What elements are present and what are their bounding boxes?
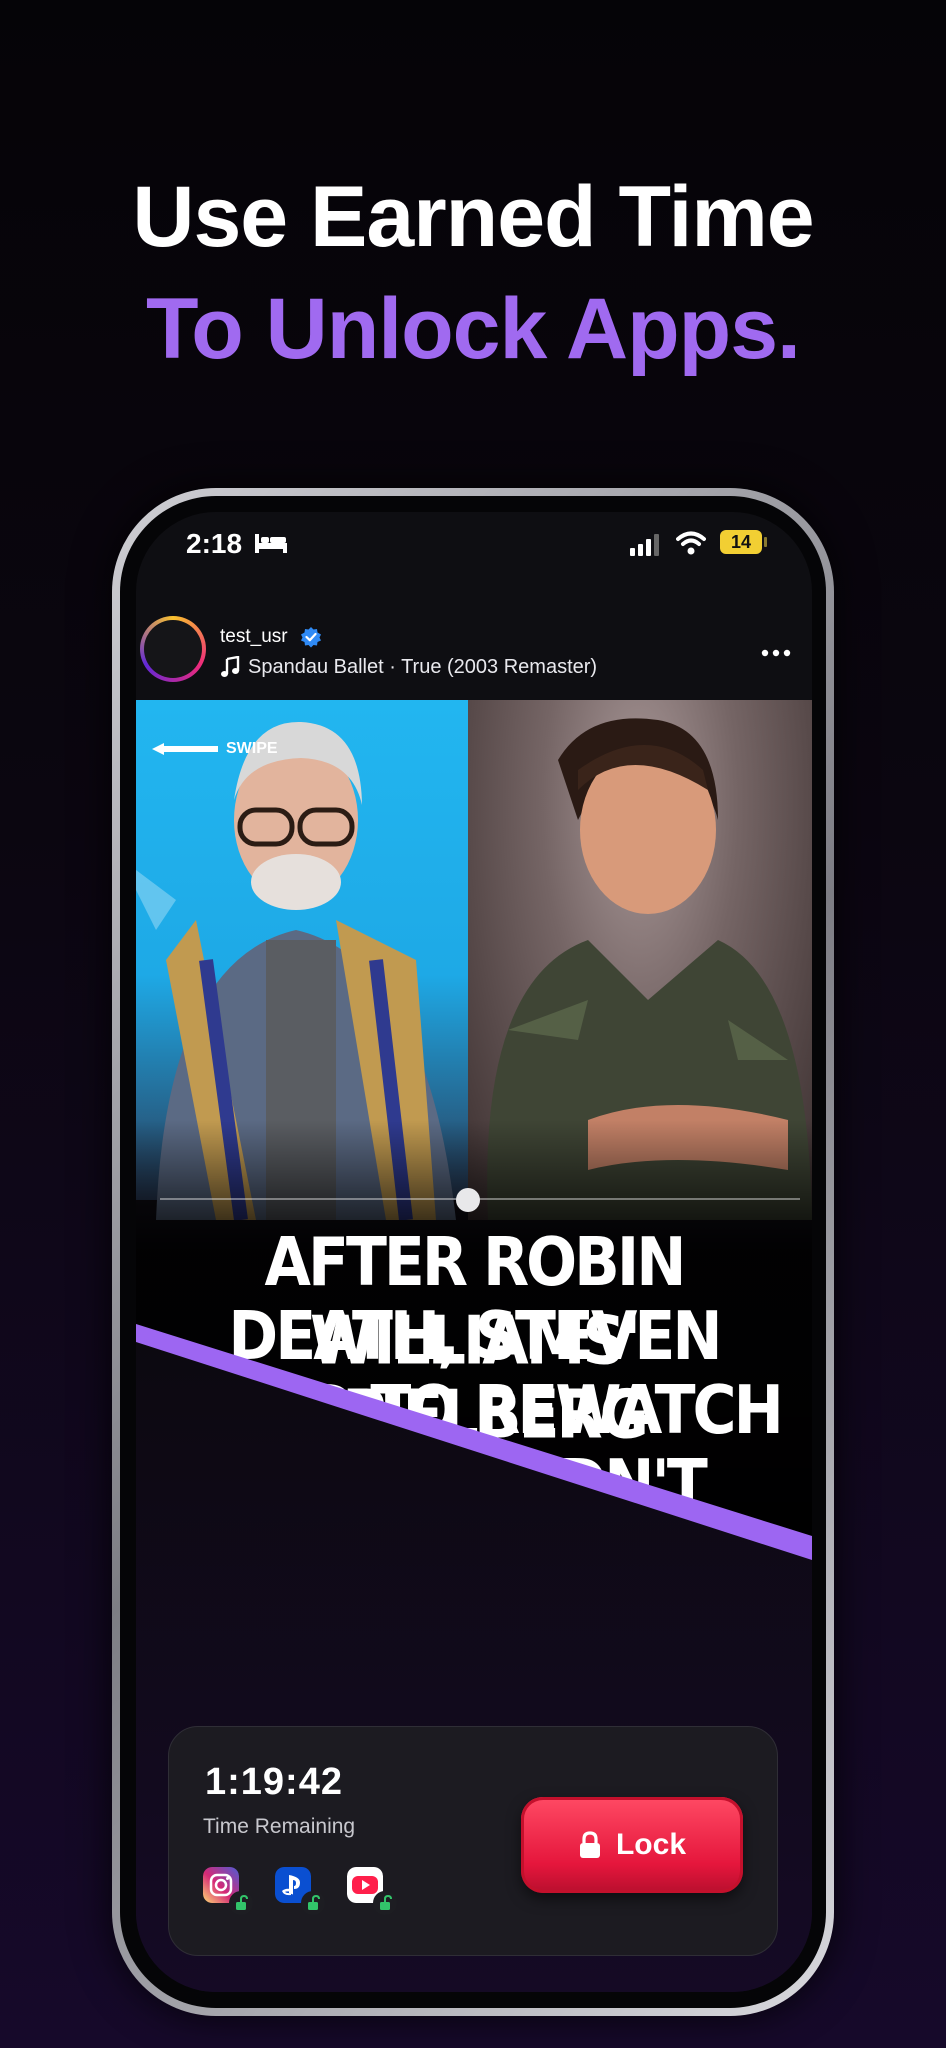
status-time: 2:18 <box>186 528 243 559</box>
more-options-icon[interactable] <box>760 648 792 658</box>
unlock-icon <box>236 1894 248 1910</box>
post-media[interactable]: SWIPE AFTER ROBIN WILLIAMS' DEATH, STEVE… <box>136 700 812 1560</box>
time-remaining-value: 1:19:42 <box>205 1761 343 1803</box>
time-widget: 1:19:42 Time Remaining Lock <box>168 1726 778 1956</box>
battery-icon: 14 <box>720 530 762 554</box>
headline-line-1: Use Earned Time <box>132 169 814 265</box>
bed-icon <box>255 534 287 553</box>
lock-icon <box>579 1831 600 1858</box>
battery-tip <box>764 537 767 547</box>
unlock-icon <box>380 1894 392 1910</box>
swipe-arrow-icon <box>152 743 218 755</box>
video-progress-handle[interactable] <box>456 1188 480 1212</box>
music-note-icon <box>221 656 240 677</box>
phone-screen: 2:18 14 test_usr Spandau Ballet · True (… <box>136 512 812 1992</box>
signal-icon <box>630 534 659 556</box>
verified-icon <box>301 627 321 648</box>
unlocked-badge <box>301 1891 325 1915</box>
unlock-icon <box>308 1894 320 1910</box>
lock-button[interactable]: Lock <box>521 1797 743 1893</box>
video-progress-track[interactable] <box>160 1198 800 1200</box>
time-remaining-label: Time Remaining <box>203 1815 356 1838</box>
post-song[interactable]: Spandau Ballet · True (2003 Remaster) <box>248 656 597 679</box>
unlocked-badge <box>229 1891 253 1915</box>
swipe-label: SWIPE <box>226 740 278 757</box>
avatar[interactable] <box>140 616 206 682</box>
unlocked-badge <box>373 1891 397 1915</box>
headline-line-2: To Unlock Apps. <box>146 281 801 377</box>
lock-button-label: Lock <box>615 1828 687 1861</box>
wifi-icon <box>676 531 706 555</box>
caption-line-5: BECAUSE OF HIS <box>136 1524 812 1560</box>
post-username[interactable]: test_usr <box>220 626 288 648</box>
